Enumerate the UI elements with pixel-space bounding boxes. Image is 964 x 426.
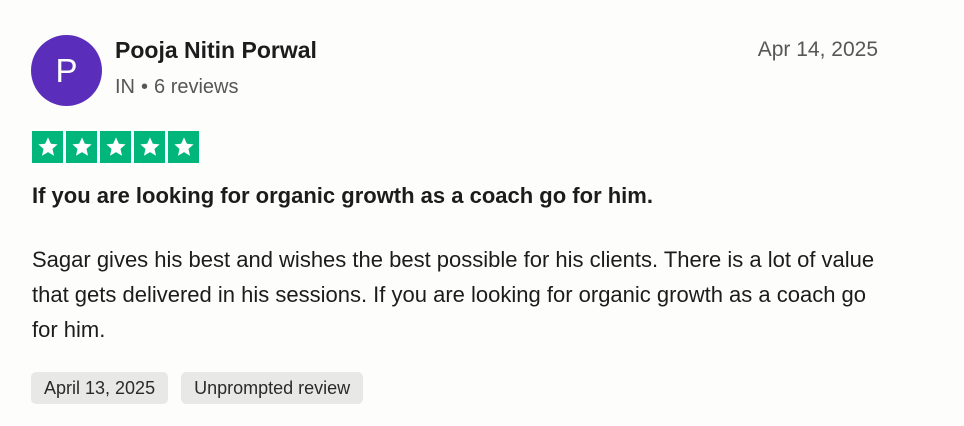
review-date: Apr 14, 2025 xyxy=(757,38,878,61)
review-card: P Pooja Nitin Porwal IN • 6 reviews Apr 14… xyxy=(0,0,964,426)
avatar-initial: P xyxy=(55,52,78,89)
experience-date-badge: April 13, 2025 xyxy=(31,372,169,404)
review-body: Sagar gives his best and wishes the best… xyxy=(32,247,875,342)
reviewer-name[interactable]: Pooja Nitin Porwal xyxy=(115,37,317,64)
unprompted-review-badge[interactable]: Unprompted review xyxy=(181,372,364,404)
star-icon xyxy=(168,131,199,163)
star-icon xyxy=(134,131,165,163)
review-title[interactable]: If you are looking for organic growth as… xyxy=(32,183,653,209)
star-icon xyxy=(66,131,97,163)
reviewer-meta: IN • 6 reviews xyxy=(115,76,239,99)
meta-separator: • xyxy=(141,76,149,98)
reviewer-country: IN xyxy=(115,76,135,98)
star-icon xyxy=(100,131,131,163)
reviews-count: 6 reviews xyxy=(154,76,239,98)
star-rating xyxy=(32,131,199,163)
avatar[interactable]: P xyxy=(31,35,102,106)
star-icon xyxy=(32,131,63,163)
review-tags: April 13, 2025 Unprompted review xyxy=(31,372,364,404)
